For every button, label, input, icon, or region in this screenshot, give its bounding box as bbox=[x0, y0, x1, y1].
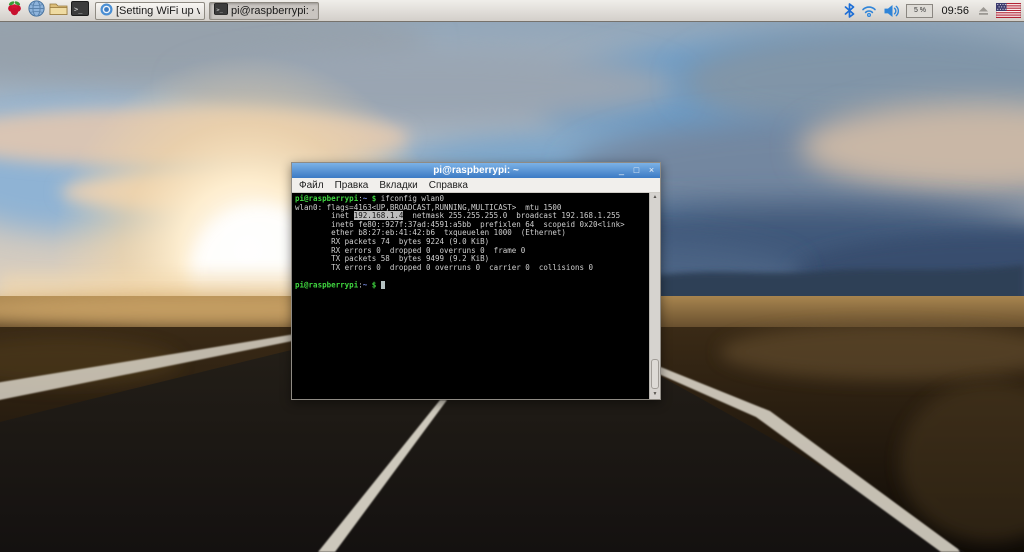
taskbar-task-browser[interactable]: [Setting WiFi up vi... bbox=[95, 2, 205, 20]
terminal-screen[interactable]: pi@raspberrypi:~ $ ifconfig wlan0wlan0: … bbox=[292, 193, 660, 399]
terminal-cursor bbox=[381, 281, 386, 289]
us-keyboard-flag-icon[interactable] bbox=[996, 3, 1021, 18]
task-label: pi@raspberrypi: ~ bbox=[231, 5, 314, 17]
terminal-line: TX errors 0 dropped 0 overruns 0 carrier… bbox=[295, 264, 648, 273]
folder-icon bbox=[49, 1, 68, 21]
desktop: >_ [Setting WiFi up vi... >_ pi@r bbox=[0, 0, 1024, 552]
scroll-down-arrow[interactable]: ▼ bbox=[650, 390, 660, 399]
menu-item-tabs[interactable]: Вкладки bbox=[379, 180, 417, 191]
scroll-up-arrow[interactable]: ▲ bbox=[650, 193, 660, 202]
terminal-output: pi@raspberrypi:~ $ ifconfig wlan0wlan0: … bbox=[292, 193, 649, 399]
globe-icon bbox=[28, 0, 45, 22]
system-tray: 5 % 09:56 bbox=[844, 3, 1021, 18]
volume-icon[interactable] bbox=[883, 4, 900, 18]
taskbar: >_ [Setting WiFi up vi... >_ pi@r bbox=[0, 0, 1024, 22]
bluetooth-icon[interactable] bbox=[844, 3, 855, 18]
window-controls: _ □ × bbox=[617, 163, 656, 178]
browser-launcher[interactable] bbox=[25, 1, 47, 21]
menu-item-edit[interactable]: Правка bbox=[335, 180, 369, 191]
close-button[interactable]: × bbox=[647, 164, 656, 177]
clock[interactable]: 09:56 bbox=[939, 5, 971, 17]
menu-item-file[interactable]: Файл bbox=[299, 180, 324, 191]
minimize-button[interactable]: _ bbox=[617, 164, 626, 177]
terminal-window: pi@raspberrypi: ~ _ □ × Файл Правка Вкла… bbox=[291, 162, 661, 400]
terminal-scrollbar[interactable]: ▲ ▼ bbox=[649, 193, 660, 399]
file-manager-launcher[interactable] bbox=[47, 1, 69, 21]
menu-item-help[interactable]: Справка bbox=[429, 180, 468, 191]
eject-icon[interactable] bbox=[977, 4, 990, 17]
cpu-monitor[interactable]: 5 % bbox=[906, 4, 933, 18]
scrollbar-thumb[interactable] bbox=[651, 359, 659, 389]
raspberry-icon bbox=[6, 0, 23, 22]
terminal-icon: >_ bbox=[214, 3, 228, 18]
window-titlebar[interactable]: pi@raspberrypi: ~ _ □ × bbox=[292, 163, 660, 178]
terminal-line: pi@raspberrypi:~ $ bbox=[295, 281, 648, 290]
wifi-icon[interactable] bbox=[861, 4, 877, 18]
chromium-icon bbox=[100, 3, 113, 19]
window-title: pi@raspberrypi: ~ bbox=[433, 163, 519, 178]
app-menu-button[interactable] bbox=[3, 1, 25, 21]
terminal-launcher[interactable]: >_ bbox=[69, 1, 91, 21]
window-menubar: Файл Правка Вкладки Справка bbox=[292, 178, 660, 193]
taskbar-task-terminal[interactable]: >_ pi@raspberrypi: ~ bbox=[209, 2, 319, 20]
maximize-button[interactable]: □ bbox=[632, 164, 641, 177]
svg-text:>_: >_ bbox=[216, 7, 223, 13]
svg-text:>_: >_ bbox=[74, 5, 83, 13]
task-label: [Setting WiFi up vi... bbox=[116, 5, 200, 17]
cpu-usage-label: 5 % bbox=[914, 7, 926, 14]
terminal-icon: >_ bbox=[71, 1, 89, 21]
